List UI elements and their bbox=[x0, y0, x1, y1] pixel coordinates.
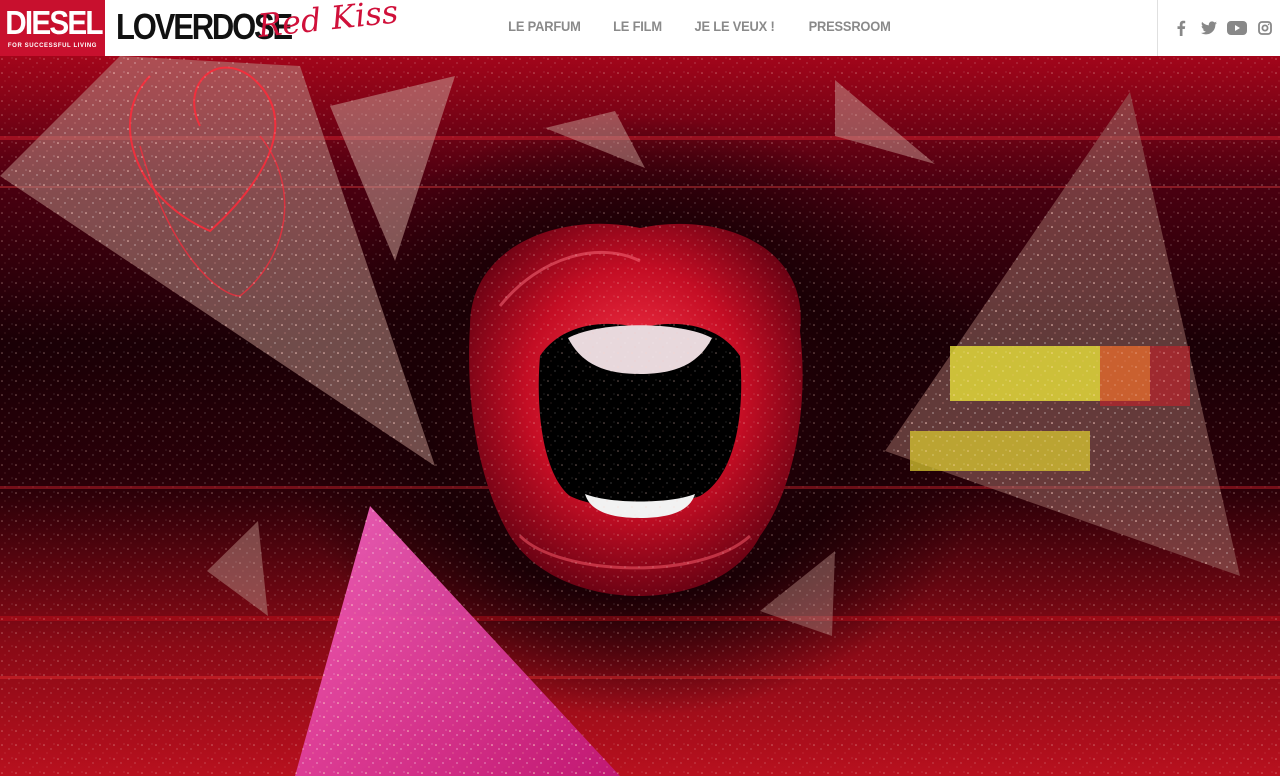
nav-pressroom[interactable]: PRESSROOM bbox=[809, 18, 891, 34]
product-edition-script: Red Kiss bbox=[256, 0, 400, 45]
site-header: DIESEL FOR SUCCESSFUL LIVING LOVERDOSE R… bbox=[0, 0, 1280, 56]
diesel-logo-tagline: FOR SUCCESSFUL LIVING bbox=[7, 43, 98, 49]
facebook-icon[interactable] bbox=[1170, 17, 1192, 39]
youtube-icon[interactable] bbox=[1226, 17, 1248, 39]
nav-le-parfum[interactable]: LE PARFUM bbox=[508, 18, 581, 34]
diesel-logo[interactable]: DIESEL FOR SUCCESSFUL LIVING bbox=[0, 0, 105, 56]
diesel-logo-word: DIESEL bbox=[5, 4, 103, 41]
hero-visual bbox=[0, 56, 1280, 776]
glitter-overlay bbox=[0, 56, 1280, 776]
instagram-icon[interactable] bbox=[1254, 17, 1276, 39]
hero-artwork bbox=[0, 56, 1280, 776]
social-links bbox=[1170, 17, 1280, 39]
twitter-icon[interactable] bbox=[1198, 17, 1220, 39]
nav-le-film[interactable]: LE FILM bbox=[613, 18, 662, 34]
main-nav: LE PARFUM LE FILM JE LE VEUX ! PRESSROOM bbox=[505, 18, 921, 34]
header-divider bbox=[1157, 0, 1158, 56]
nav-je-le-veux[interactable]: JE LE VEUX ! bbox=[694, 18, 774, 34]
